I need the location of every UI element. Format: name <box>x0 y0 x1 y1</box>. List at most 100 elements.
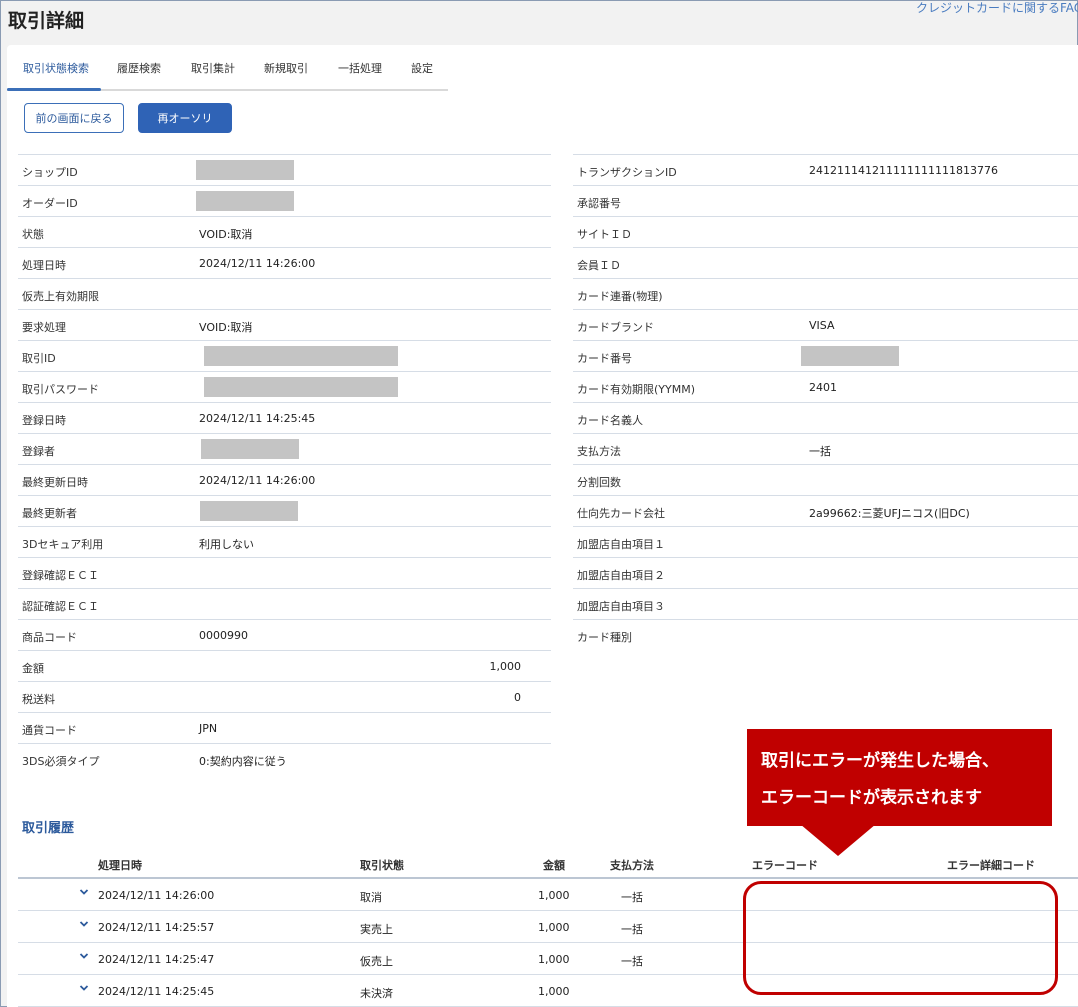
page-title: 取引詳細 <box>8 10 85 32</box>
redacted-value <box>204 346 398 366</box>
detail-value: 一括 <box>809 445 831 458</box>
detail-value: VISA <box>809 319 835 332</box>
detail-value: 0:契約内容に従う <box>199 755 287 768</box>
detail-value: 利用しない <box>199 538 254 551</box>
detail-value: 2024/12/11 14:26:00 <box>199 474 316 487</box>
history-method: 一括 <box>621 955 643 968</box>
col-error-code: エラーコード <box>752 859 818 872</box>
col-error-detail: エラー詳細コード <box>947 859 1035 872</box>
tab-history-search[interactable]: 履歴検索 <box>117 60 161 76</box>
detail-row: 登録日時 2024/12/11 14:25:45 <box>18 402 551 433</box>
detail-label: カードブランド <box>577 321 654 334</box>
detail-row: サイトＩＤ <box>573 216 1078 247</box>
detail-row: 加盟店自由項目２ <box>573 557 1078 588</box>
tab-aggregate[interactable]: 取引集計 <box>191 60 235 76</box>
history-status: 実売上 <box>360 923 393 936</box>
detail-row: 認証確認ＥＣＩ <box>18 588 551 619</box>
detail-row: 支払方法 一括 <box>573 433 1078 464</box>
detail-row: オーダーID <box>18 185 551 216</box>
redacted-value <box>196 191 294 211</box>
detail-row: 分割回数 <box>573 464 1078 495</box>
detail-row: ショップID <box>18 154 551 185</box>
detail-label: 通貨コード <box>22 724 77 737</box>
detail-label: 仮売上有効期限 <box>22 290 99 303</box>
chevron-down-icon[interactable] <box>79 983 89 993</box>
col-status: 取引状態 <box>360 859 404 872</box>
detail-row: 加盟店自由項目１ <box>573 526 1078 557</box>
detail-row: カード名義人 <box>573 402 1078 433</box>
reauthorize-button[interactable]: 再オーソリ <box>138 103 232 133</box>
detail-value: 2401 <box>809 381 837 394</box>
tab-new-transaction[interactable]: 新規取引 <box>264 60 308 76</box>
history-title: 取引履歴 <box>22 821 75 836</box>
tab-status-search[interactable]: 取引状態検索 <box>23 60 89 76</box>
main-panel: 取引状態検索 履歴検索 取引集計 新規取引 一括処理 設定 前の画面に戻る 再オ… <box>7 45 1078 1007</box>
detail-label: 要求処理 <box>22 321 66 334</box>
detail-label: 3Dセキュア利用 <box>22 538 104 551</box>
detail-row: 承認番号 <box>573 185 1078 216</box>
detail-label: 支払方法 <box>577 445 621 458</box>
history-status: 取消 <box>360 891 382 904</box>
detail-value: VOID:取消 <box>199 228 253 241</box>
redacted-value <box>204 377 398 397</box>
annotation-callout: 取引にエラーが発生した場合、 エラーコードが表示されます <box>747 729 1052 826</box>
detail-label: 金額 <box>22 662 44 675</box>
detail-label: 税送料 <box>22 693 55 706</box>
detail-label: カード名義人 <box>577 414 643 427</box>
detail-row: 仕向先カード会社 2a99662:三菱UFJニコス(旧DC) <box>573 495 1078 526</box>
detail-row: 会員ＩＤ <box>573 247 1078 278</box>
detail-label: トランザクションID <box>577 166 677 179</box>
detail-row: 3DS必須タイプ 0:契約内容に従う <box>18 743 551 774</box>
history-amount: 1,000 <box>538 921 570 934</box>
detail-label: 仕向先カード会社 <box>577 507 665 520</box>
detail-label: 加盟店自由項目３ <box>577 600 665 613</box>
detail-row: 要求処理 VOID:取消 <box>18 309 551 340</box>
detail-row: 商品コード 0000990 <box>18 619 551 650</box>
col-amount: 金額 <box>543 859 565 872</box>
chevron-down-icon[interactable] <box>79 919 89 929</box>
detail-label: 認証確認ＥＣＩ <box>22 600 99 613</box>
back-button[interactable]: 前の画面に戻る <box>24 103 124 133</box>
detail-label: 処理日時 <box>22 259 66 272</box>
detail-row: 最終更新日時 2024/12/11 14:26:00 <box>18 464 551 495</box>
faq-link[interactable]: クレジットカードに関するFAQ <box>916 0 1078 16</box>
detail-label: ショップID <box>22 166 78 179</box>
detail-label: 登録者 <box>22 445 55 458</box>
detail-row: 登録者 <box>18 433 551 464</box>
detail-row: カード種別 <box>573 619 1078 650</box>
tab-settings[interactable]: 設定 <box>411 60 433 76</box>
detail-row: 登録確認ＥＣＩ <box>18 557 551 588</box>
detail-value: 2a99662:三菱UFJニコス(旧DC) <box>809 507 970 520</box>
detail-label: 商品コード <box>22 631 77 644</box>
history-date: 2024/12/11 14:25:45 <box>98 985 215 998</box>
active-tab-indicator <box>7 88 101 91</box>
history-method: 一括 <box>621 891 643 904</box>
history-header: 処理日時 取引状態 金額 支払方法 エラーコード エラー詳細コード <box>18 849 1078 879</box>
history-method: 一括 <box>621 923 643 936</box>
tab-batch[interactable]: 一括処理 <box>338 60 382 76</box>
detail-label: カード種別 <box>577 631 632 644</box>
detail-row: カード番号 <box>573 340 1078 371</box>
detail-value: 0 <box>514 691 521 704</box>
detail-label: サイトＩＤ <box>577 228 632 241</box>
detail-label: 承認番号 <box>577 197 621 210</box>
history-amount: 1,000 <box>538 889 570 902</box>
detail-row: カードブランド VISA <box>573 309 1078 340</box>
detail-label: カード有効期限(YYMM) <box>577 383 696 396</box>
detail-value: VOID:取消 <box>199 321 253 334</box>
detail-row: カード有効期限(YYMM) 2401 <box>573 371 1078 402</box>
callout-line-2: エラーコードが表示されます <box>761 788 982 808</box>
detail-value: 0000990 <box>199 629 248 642</box>
history-date: 2024/12/11 14:26:00 <box>98 889 215 902</box>
detail-row: カード連番(物理) <box>573 278 1078 309</box>
detail-label: オーダーID <box>22 197 78 210</box>
detail-row: 金額 1,000 <box>18 650 551 681</box>
history-status: 仮売上 <box>360 955 393 968</box>
col-method: 支払方法 <box>610 859 654 872</box>
chevron-down-icon[interactable] <box>79 951 89 961</box>
history-status: 未決済 <box>360 987 393 1000</box>
chevron-down-icon[interactable] <box>79 887 89 897</box>
detail-value: 241211141211111111111813776 <box>809 164 998 177</box>
detail-label: 取引パスワード <box>22 383 99 396</box>
detail-value: 1,000 <box>489 660 522 673</box>
